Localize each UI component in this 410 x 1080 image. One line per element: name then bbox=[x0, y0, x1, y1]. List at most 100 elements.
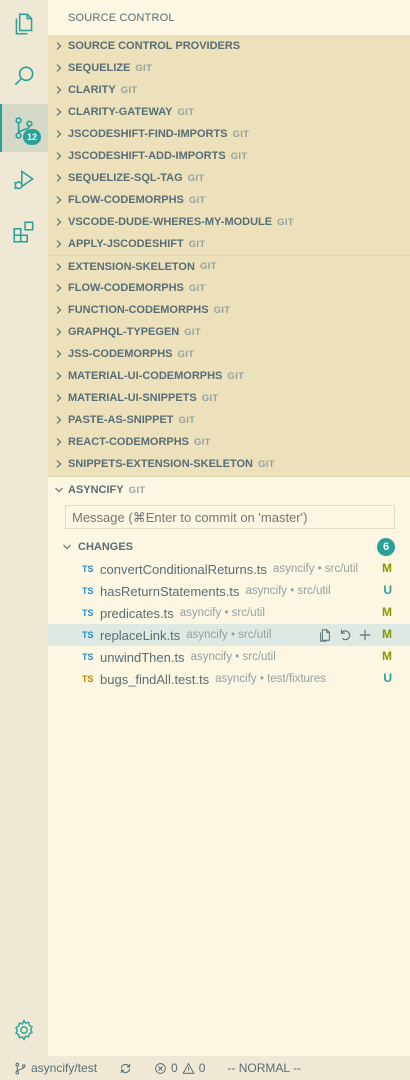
provider-scm-tag: GIT bbox=[232, 128, 250, 140]
provider-label: CLARITY bbox=[68, 84, 116, 96]
run-debug-button[interactable] bbox=[0, 156, 48, 204]
provider-row[interactable]: SEQUELIZE GIT bbox=[48, 57, 410, 79]
extensions-icon bbox=[13, 221, 34, 243]
file-path: asyncify • src/util bbox=[272, 563, 359, 575]
open-file-icon bbox=[319, 628, 330, 642]
chevron-right-icon bbox=[54, 129, 64, 139]
provider-row[interactable]: VSCODE-DUDE-WHERES-MY-MODULE GIT bbox=[48, 211, 410, 233]
source-control-sidebar: SOURCE CONTROL SOURCE CONTROL PROVIDERS S… bbox=[48, 0, 410, 1056]
provider-label: MATERIAL-UI-SNIPPETS bbox=[68, 392, 197, 404]
changes-file-list: TS convertConditionalReturns.ts asyncify •… bbox=[48, 558, 410, 690]
file-path: asyncify • src/util bbox=[245, 585, 331, 597]
open-file-button[interactable] bbox=[317, 627, 332, 642]
typescript-file-icon: TS bbox=[82, 586, 94, 596]
search-button[interactable] bbox=[0, 52, 48, 100]
stage-changes-button[interactable] bbox=[357, 627, 372, 642]
file-name: convertConditionalReturns.ts bbox=[100, 561, 267, 577]
provider-scm-tag: GIT bbox=[201, 392, 219, 404]
chevron-right-icon bbox=[54, 327, 64, 337]
file-name: unwindThen.ts bbox=[100, 649, 185, 665]
run-debug-icon bbox=[13, 169, 34, 190]
provider-scm-tag: GIT bbox=[277, 216, 294, 228]
provider-scm-tag: GIT bbox=[177, 348, 195, 360]
chevron-right-icon bbox=[54, 371, 64, 381]
changed-file-row[interactable]: TS unwindThen.ts asyncify • src/util M bbox=[48, 646, 410, 668]
git-status-badge: M bbox=[382, 561, 392, 575]
changes-label: CHANGES bbox=[78, 541, 134, 553]
provider-scm-tag: GIT bbox=[120, 84, 138, 96]
provider-row[interactable]: GRAPHQL-TYPEGEN GIT bbox=[48, 321, 410, 343]
provider-label: REACT-CODEMORPHS bbox=[68, 436, 190, 448]
chevron-right-icon bbox=[54, 415, 64, 425]
provider-scm-tag: GIT bbox=[188, 282, 206, 294]
provider-row[interactable]: CLARITY-GATEWAY GIT bbox=[48, 101, 410, 123]
explorer-button[interactable] bbox=[0, 0, 48, 48]
provider-row[interactable]: CLARITY GIT bbox=[48, 79, 410, 101]
provider-scm-tag: GIT bbox=[128, 484, 146, 496]
provider-row[interactable]: SNIPPETS-EXTENSION-SKELETON GIT bbox=[48, 453, 410, 475]
extensions-button[interactable] bbox=[0, 208, 48, 256]
provider-row[interactable]: SOURCE CONTROL PROVIDERS bbox=[48, 35, 410, 57]
sync-button[interactable] bbox=[119, 1062, 132, 1075]
gear-icon[interactable] bbox=[12, 1018, 36, 1042]
provider-row[interactable]: EXTENSION-SKELETON GIT bbox=[48, 255, 410, 277]
git-status-badge: M bbox=[382, 649, 392, 663]
chevron-right-icon bbox=[54, 41, 64, 51]
chevron-right-icon bbox=[54, 349, 64, 359]
chevron-right-icon bbox=[54, 459, 64, 469]
changed-file-row[interactable]: TS bugs_findAll.test.ts asyncify • test/fi… bbox=[48, 668, 410, 690]
provider-label: GRAPHQL-TYPEGEN bbox=[68, 326, 180, 338]
plus-icon bbox=[359, 629, 370, 640]
vim-mode-indicator: -- NORMAL -- bbox=[227, 1061, 301, 1075]
warning-count: 0 bbox=[198, 1061, 206, 1075]
provider-label: FLOW-CODEMORPHS bbox=[68, 194, 184, 206]
provider-label: SEQUELIZE-SQL-TAG bbox=[68, 172, 183, 184]
changed-file-row[interactable]: TS convertConditionalReturns.ts asyncify •… bbox=[48, 558, 410, 580]
problems-indicator[interactable]: 0 0 bbox=[154, 1061, 205, 1075]
sidebar-title: SOURCE CONTROL bbox=[68, 12, 175, 24]
changes-section-header[interactable]: CHANGES 6 bbox=[48, 536, 410, 558]
changed-file-row[interactable]: TS replaceLink.ts asyncify • src/util M bbox=[48, 624, 410, 646]
source-control-button[interactable]: 12 bbox=[0, 104, 48, 152]
discard-changes-button[interactable] bbox=[337, 627, 352, 642]
provider-label: EXTENSION-SKELETON bbox=[68, 260, 195, 273]
branch-indicator[interactable]: asyncify/test bbox=[14, 1061, 97, 1075]
provider-row[interactable]: SEQUELIZE-SQL-TAG GIT bbox=[48, 167, 410, 189]
provider-row[interactable]: JSS-CODEMORPHS GIT bbox=[48, 343, 410, 365]
provider-scm-tag: GIT bbox=[194, 436, 211, 448]
provider-scm-tag: GIT bbox=[230, 150, 248, 162]
typescript-file-icon: TS bbox=[82, 630, 94, 640]
git-status-badge: U bbox=[383, 671, 392, 685]
source-control-badge: 12 bbox=[23, 129, 41, 145]
provider-row[interactable]: REACT-CODEMORPHS GIT bbox=[48, 431, 410, 453]
chevron-down-icon bbox=[54, 485, 64, 495]
provider-row[interactable]: FLOW-CODEMORPHS GIT bbox=[48, 277, 410, 299]
row-actions bbox=[317, 627, 372, 642]
provider-row[interactable]: MATERIAL-UI-CODEMORPHS GIT bbox=[48, 365, 410, 387]
provider-scm-tag: GIT bbox=[178, 414, 196, 426]
activity-bar: 12 bbox=[0, 0, 48, 1056]
commit-message-input[interactable] bbox=[65, 505, 395, 529]
chevron-right-icon bbox=[54, 262, 64, 272]
changed-file-row[interactable]: TS predicates.ts asyncify • src/util M bbox=[48, 602, 410, 624]
chevron-right-icon bbox=[54, 217, 64, 227]
typescript-file-icon: TS bbox=[82, 674, 94, 684]
search-icon bbox=[14, 66, 34, 86]
changes-count-badge: 6 bbox=[377, 538, 395, 556]
chevron-right-icon bbox=[54, 85, 64, 95]
provider-row[interactable]: MATERIAL-UI-SNIPPETS GIT bbox=[48, 387, 410, 409]
provider-row[interactable]: APPLY-JSCODESHIFT GIT bbox=[48, 233, 410, 255]
changed-file-row[interactable]: TS hasReturnStatements.ts asyncify • src/u… bbox=[48, 580, 410, 602]
provider-scm-tag: GIT bbox=[258, 458, 275, 470]
provider-row[interactable]: ASYNCIFY GIT bbox=[48, 479, 410, 501]
provider-row[interactable]: FLOW-CODEMORPHS GIT bbox=[48, 189, 410, 211]
provider-row[interactable]: PASTE-AS-SNIPPET GIT bbox=[48, 409, 410, 431]
provider-row[interactable]: JSCODESHIFT-ADD-IMPORTS GIT bbox=[48, 145, 410, 167]
provider-row[interactable]: FUNCTION-CODEMORPHS GIT bbox=[48, 299, 410, 321]
typescript-file-icon: TS bbox=[82, 564, 94, 574]
provider-label: JSCODESHIFT-FIND-IMPORTS bbox=[68, 128, 228, 140]
provider-row[interactable]: JSCODESHIFT-FIND-IMPORTS GIT bbox=[48, 123, 410, 145]
provider-scm-tag: GIT bbox=[135, 62, 153, 74]
chevron-right-icon bbox=[54, 151, 64, 161]
provider-scm-tag: GIT bbox=[199, 261, 217, 272]
